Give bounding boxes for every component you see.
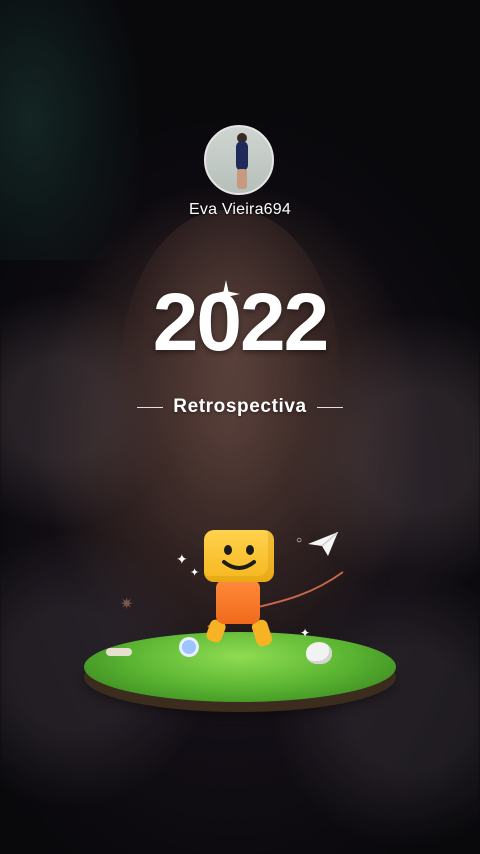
grass-island bbox=[84, 632, 396, 702]
avatar-figure-body bbox=[236, 141, 248, 171]
avatar-figure-legs bbox=[237, 169, 247, 189]
subtitle-divider-right bbox=[316, 406, 343, 408]
sparkle-icon: ✦ bbox=[190, 567, 200, 579]
sparkle-icon: ✷ bbox=[120, 596, 134, 613]
subtitle: Retrospectiva bbox=[173, 396, 307, 417]
flower-prop bbox=[182, 640, 196, 654]
smiley-face-icon bbox=[222, 545, 256, 570]
mascot-head bbox=[204, 530, 274, 582]
subtitle-divider-left bbox=[137, 406, 164, 408]
avatar[interactable] bbox=[204, 125, 274, 195]
sparkle-icon bbox=[212, 280, 240, 308]
bone-prop bbox=[106, 648, 132, 656]
mascot-body bbox=[216, 580, 260, 624]
circle-sparkle-icon: ○ bbox=[296, 535, 303, 546]
subtitle-row: Retrospectiva bbox=[0, 396, 480, 418]
year-title: 2022 bbox=[152, 277, 329, 368]
chick-prop bbox=[306, 642, 332, 664]
sparkle-icon: ✦ bbox=[176, 551, 188, 567]
retrospective-screen: Eva Vieira694 2022 Retrospectiva ✦ ✦ ✦ ✷… bbox=[0, 0, 480, 854]
username[interactable]: Eva Vieira694 bbox=[0, 201, 480, 219]
paper-plane-icon bbox=[308, 532, 338, 556]
mascot-illustration: ✦ ✦ ✦ ✷ ○ bbox=[78, 522, 408, 712]
sparkle-icon: ✦ bbox=[300, 626, 311, 640]
